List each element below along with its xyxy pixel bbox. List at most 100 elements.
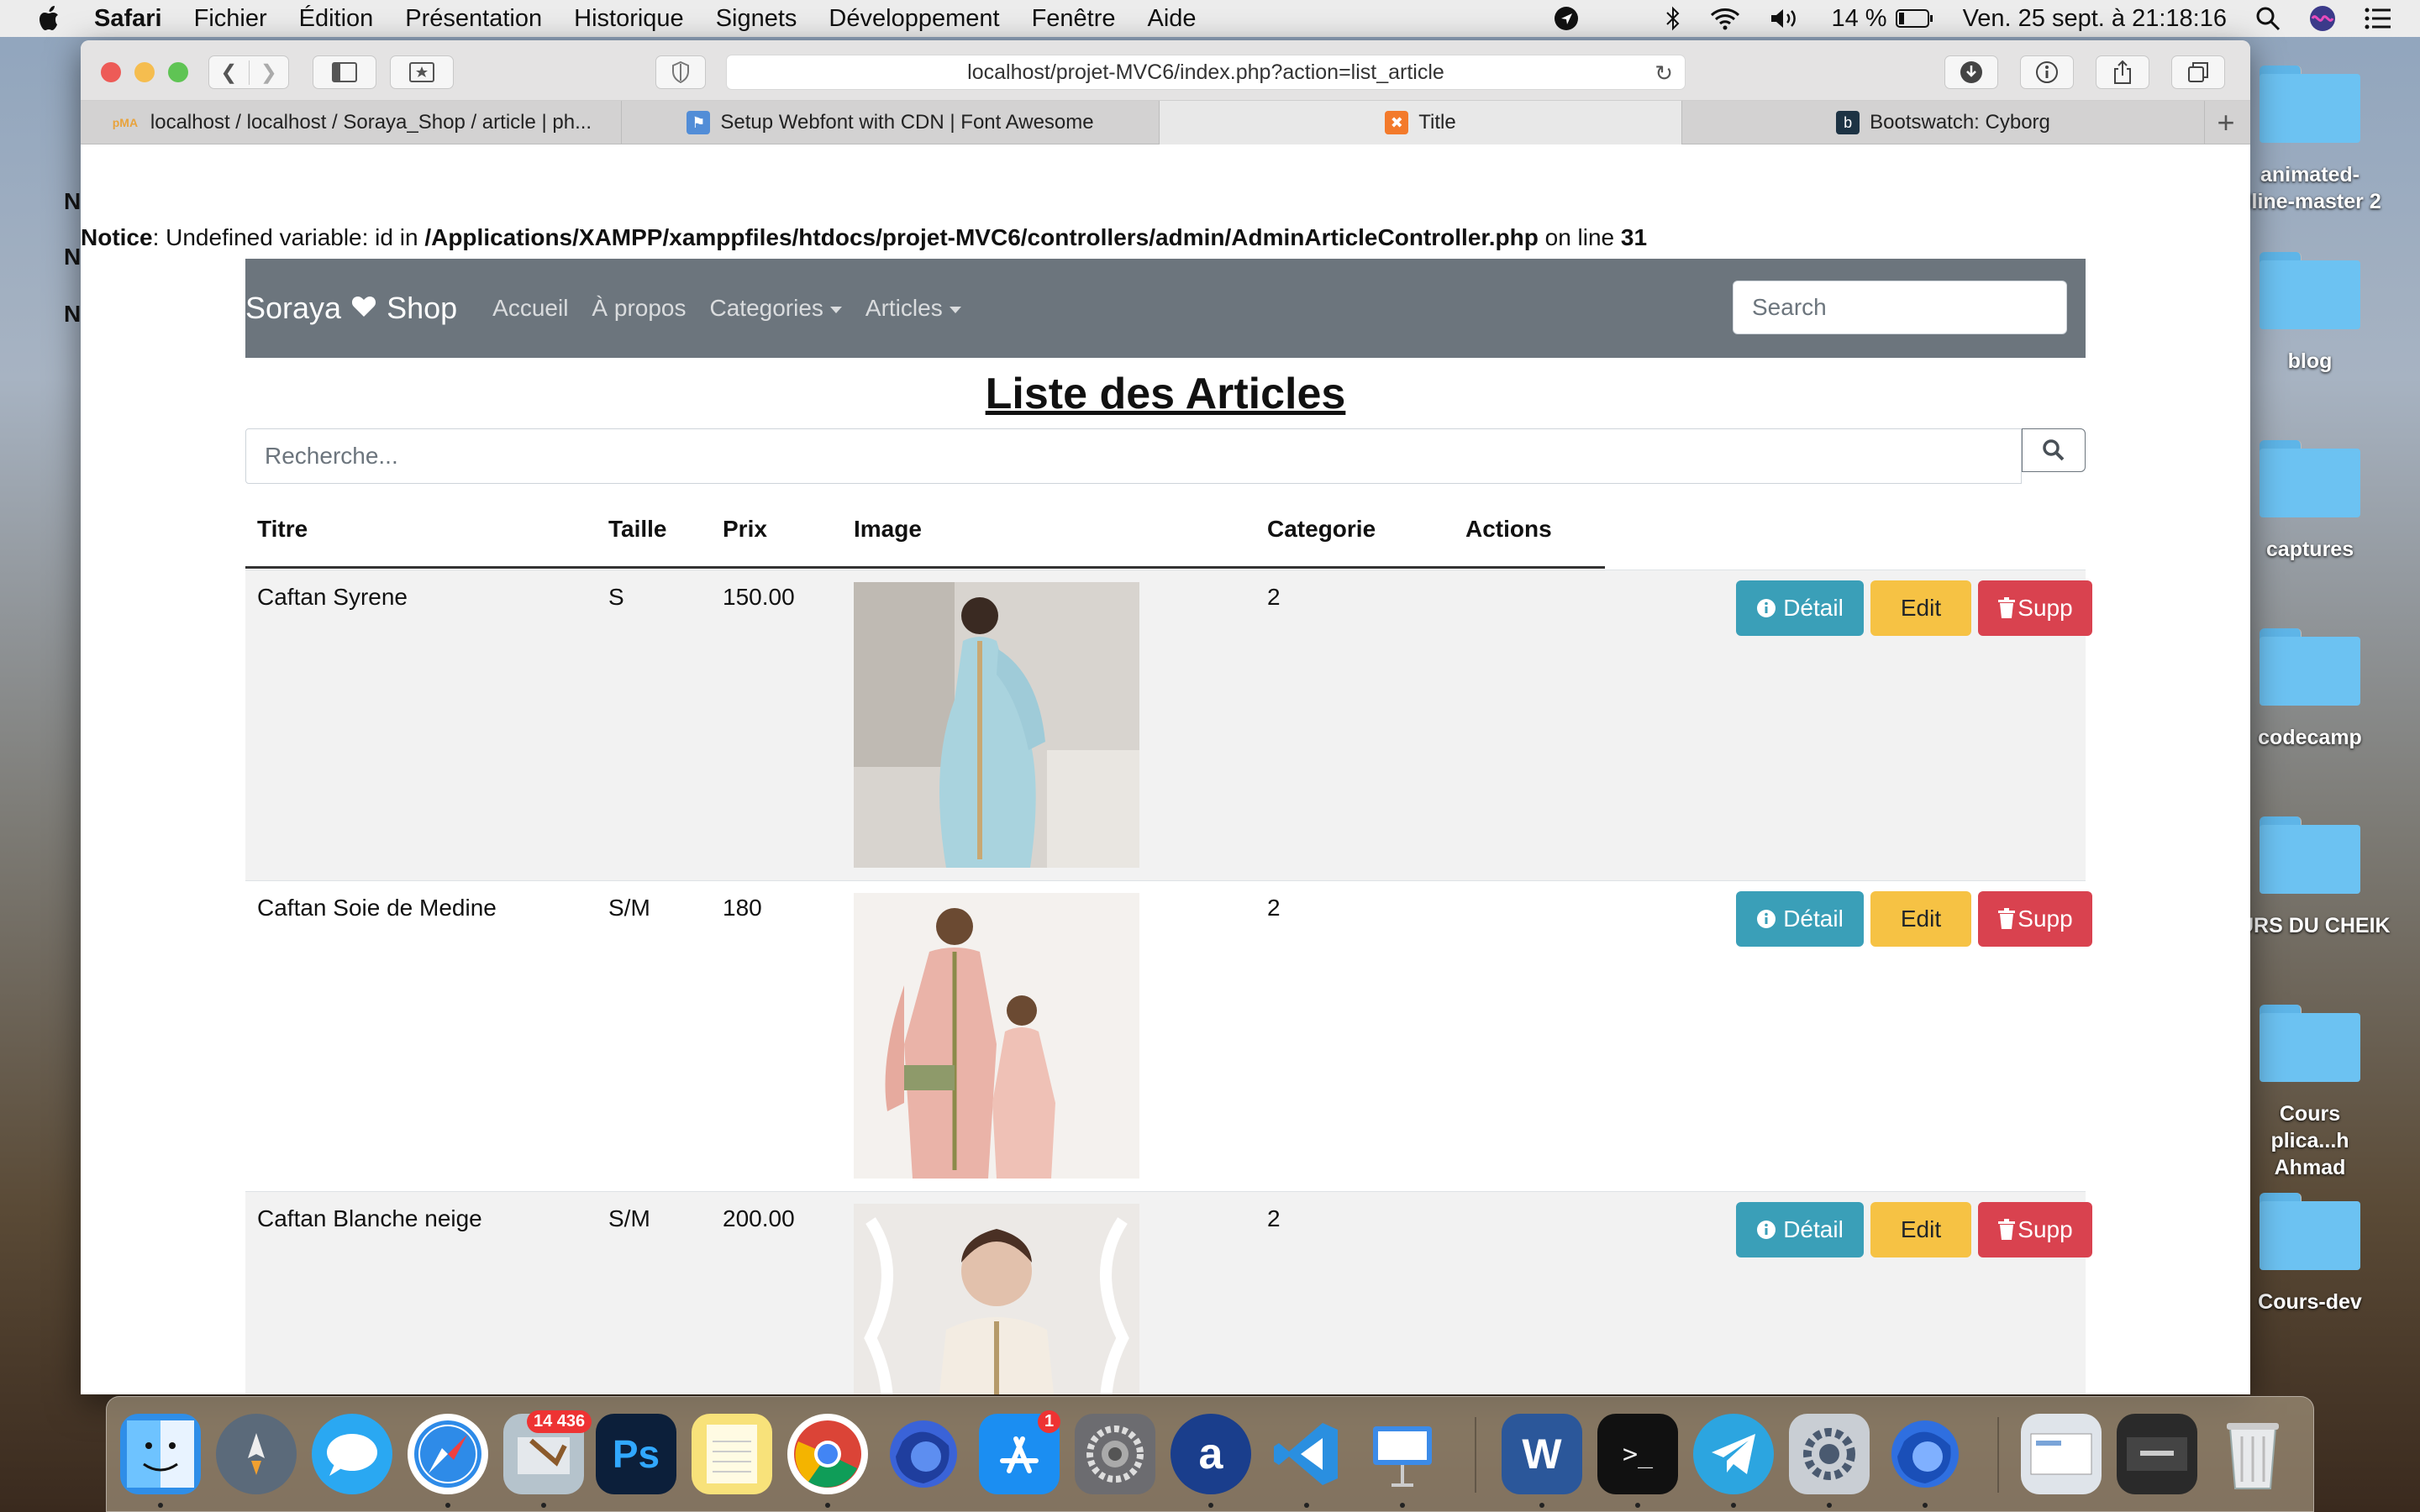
chrome-icon[interactable] bbox=[787, 1414, 868, 1494]
menu-historique[interactable]: Historique bbox=[574, 5, 684, 33]
desktop-folder[interactable]: codecamp bbox=[2238, 628, 2381, 751]
input-source-flag-icon[interactable] bbox=[1607, 9, 1636, 28]
desktop-folder[interactable]: Cours-dev bbox=[2238, 1193, 2381, 1315]
downloads-button[interactable] bbox=[1944, 55, 1998, 89]
folder-icon bbox=[2260, 440, 2360, 517]
trash-bin-icon[interactable] bbox=[2212, 1414, 2293, 1494]
battery-icon[interactable] bbox=[1895, 8, 1934, 29]
nav-link-accueil[interactable]: Accueil bbox=[492, 295, 568, 322]
forward-icon[interactable]: ❯ bbox=[250, 60, 289, 85]
nav-dropdown-articles[interactable]: Articles bbox=[865, 295, 961, 322]
tab-phpmyadmin[interactable]: pMA localhost / localhost / Soraya_Shop … bbox=[81, 101, 622, 144]
notification-center-icon[interactable] bbox=[2365, 8, 2391, 29]
column-header-taille: Taille bbox=[608, 516, 667, 542]
word-icon[interactable]: W bbox=[1502, 1414, 1582, 1494]
launchpad-icon[interactable] bbox=[216, 1414, 297, 1494]
photoshop-icon[interactable]: Ps bbox=[596, 1414, 676, 1494]
article-search-button[interactable] bbox=[2022, 428, 2086, 472]
folder-label: animated- dline-master 2 bbox=[2238, 163, 2381, 213]
delete-button[interactable]: Supp bbox=[1978, 1202, 2092, 1257]
apple-menu-icon[interactable] bbox=[32, 0, 69, 37]
article-image bbox=[854, 893, 1139, 1179]
menu-fichier[interactable]: Fichier bbox=[194, 5, 267, 33]
firefox-icon[interactable] bbox=[883, 1414, 964, 1494]
bluetooth-icon[interactable] bbox=[1665, 6, 1681, 31]
keynote-icon[interactable] bbox=[1362, 1414, 1443, 1494]
delete-button[interactable]: Supp bbox=[1978, 580, 2092, 636]
column-header-image: Image bbox=[854, 516, 922, 542]
location-icon[interactable] bbox=[1554, 6, 1579, 31]
detail-button[interactable]: Détail bbox=[1736, 580, 1864, 636]
detail-button[interactable]: Détail bbox=[1736, 891, 1864, 947]
messages-icon[interactable] bbox=[312, 1414, 392, 1494]
edit-button[interactable]: Edit bbox=[1870, 891, 1971, 947]
edit-button[interactable]: Edit bbox=[1870, 1202, 1971, 1257]
finder-icon[interactable] bbox=[120, 1414, 201, 1494]
nav-dropdown-categories[interactable]: Categories bbox=[710, 295, 842, 322]
main-container: Soraya Shop Accueil À propos Categories … bbox=[245, 259, 2092, 1394]
tab-bootswatch[interactable]: b Bootswatch: Cyborg bbox=[1682, 101, 2205, 144]
delete-button[interactable]: Supp bbox=[1978, 891, 2092, 947]
minimized-window-icon[interactable] bbox=[2117, 1414, 2197, 1494]
menu-edition[interactable]: Édition bbox=[299, 5, 374, 33]
article-search bbox=[245, 428, 2086, 497]
tab-title: Bootswatch: Cyborg bbox=[1870, 111, 2050, 134]
folder-label: captures bbox=[2265, 538, 2354, 561]
system-preferences-icon[interactable] bbox=[1075, 1414, 1155, 1494]
system-settings-gear-icon[interactable] bbox=[1789, 1414, 1870, 1494]
terminal-icon[interactable]: >_ bbox=[1597, 1414, 1678, 1494]
page-info-button[interactable] bbox=[2020, 55, 2074, 89]
menu-aide[interactable]: Aide bbox=[1148, 5, 1197, 33]
notes-icon[interactable] bbox=[692, 1414, 772, 1494]
table-row: Caftan Soie de Medine S/M 180 2 Détail E… bbox=[245, 880, 2092, 1191]
spotlight-search-icon[interactable] bbox=[2255, 6, 2281, 31]
menu-app-name[interactable]: Safari bbox=[94, 5, 162, 33]
telegram-icon[interactable] bbox=[1693, 1414, 1774, 1494]
volume-icon[interactable] bbox=[1769, 7, 1802, 30]
reload-icon[interactable]: ↻ bbox=[1655, 60, 1673, 87]
tab-font-awesome[interactable]: ⚑ Setup Webfont with CDN | Font Awesome bbox=[622, 101, 1160, 144]
firefox-developer-icon[interactable] bbox=[1885, 1414, 1965, 1494]
menu-signets[interactable]: Signets bbox=[716, 5, 797, 33]
desktop-folder[interactable]: Cours plica...h Ahmad bbox=[2238, 1005, 2381, 1181]
menu-developpement[interactable]: Développement bbox=[829, 5, 999, 33]
sidebar-icon bbox=[332, 62, 357, 82]
minimize-window-button[interactable] bbox=[134, 62, 155, 82]
article-search-input[interactable] bbox=[245, 428, 2022, 484]
safari-icon[interactable] bbox=[408, 1414, 488, 1494]
desktop-folder[interactable]: URS DU CHEIK bbox=[2238, 816, 2391, 939]
detail-label: Détail bbox=[1783, 906, 1844, 932]
trash-icon bbox=[1997, 908, 2016, 930]
detail-button[interactable]: Détail bbox=[1736, 1202, 1864, 1257]
new-tab-button[interactable]: + bbox=[2205, 101, 2247, 144]
back-icon[interactable]: ❮ bbox=[209, 60, 250, 85]
menubar-clock[interactable]: Ven. 25 sept. à 21:18:16 bbox=[1963, 5, 2227, 33]
desktop-folder[interactable]: animated- dline-master 2 bbox=[2238, 66, 2381, 215]
desktop-folder[interactable]: blog bbox=[2238, 252, 2381, 375]
brand-logo[interactable]: Soraya Shop bbox=[245, 291, 457, 326]
nav-link-a-propos[interactable]: À propos bbox=[592, 295, 686, 322]
share-button[interactable] bbox=[2096, 55, 2149, 89]
battery-percent: 14 % bbox=[1831, 4, 1887, 32]
wifi-icon[interactable] bbox=[1710, 7, 1740, 30]
favorites-button[interactable] bbox=[390, 55, 454, 89]
zoom-window-button[interactable] bbox=[168, 62, 188, 82]
tab-overview-button[interactable] bbox=[2171, 55, 2225, 89]
menu-presentation[interactable]: Présentation bbox=[405, 5, 542, 33]
translator-icon[interactable]: a bbox=[1171, 1414, 1251, 1494]
privacy-report-button[interactable] bbox=[655, 55, 706, 89]
screenshot-window-icon[interactable] bbox=[2021, 1414, 2102, 1494]
navbar-search-input[interactable] bbox=[1733, 281, 2067, 334]
edit-button[interactable]: Edit bbox=[1870, 580, 1971, 636]
sidebar-toggle-button[interactable] bbox=[313, 55, 376, 89]
close-window-button[interactable] bbox=[101, 62, 121, 82]
caret-down-icon bbox=[949, 306, 961, 313]
tab-title: Setup Webfont with CDN | Font Awesome bbox=[720, 111, 1094, 134]
address-bar[interactable]: localhost/projet-MVC6/index.php?action=l… bbox=[726, 55, 1686, 90]
article-image bbox=[854, 582, 1139, 868]
desktop-folder[interactable]: captures bbox=[2238, 440, 2381, 563]
vscode-icon[interactable] bbox=[1266, 1414, 1347, 1494]
siri-icon[interactable] bbox=[2309, 5, 2336, 32]
menu-fenetre[interactable]: Fenêtre bbox=[1032, 5, 1116, 33]
tab-title-active[interactable]: ✖ Title bbox=[1160, 101, 1682, 144]
